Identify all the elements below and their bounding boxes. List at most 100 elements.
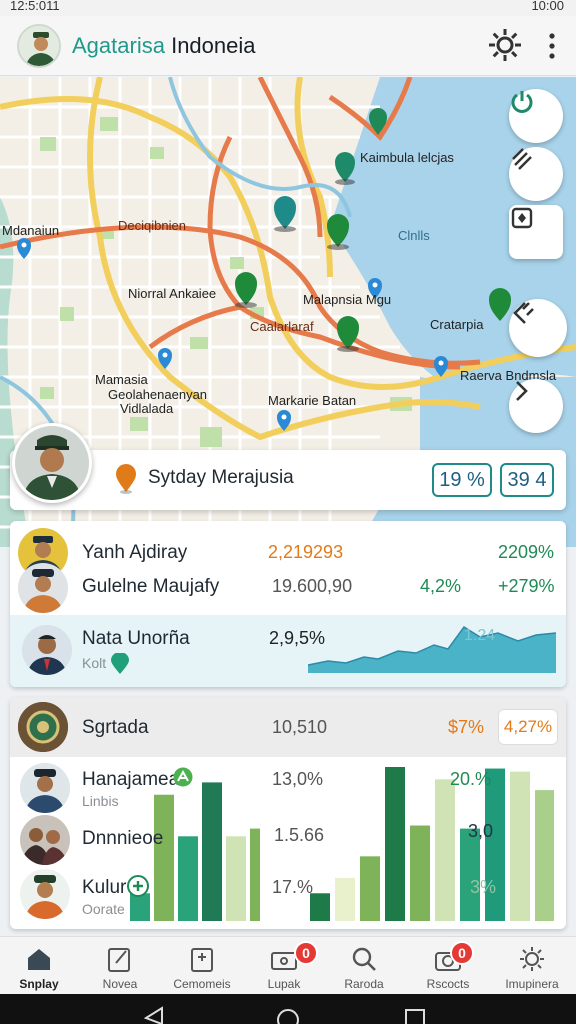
row-subtitle: Kolt: [82, 655, 107, 671]
avatar[interactable]: [18, 563, 68, 613]
row-change: 2209%: [498, 542, 555, 562]
nav-item-search[interactable]: Raroda: [324, 937, 404, 995]
status-time-left: 12:5:011: [10, 0, 60, 13]
map-label: Deciqibnien: [118, 218, 186, 233]
app-bar: Agatarisa Indoneia: [0, 16, 576, 76]
row-value: 17.%: [272, 877, 314, 897]
ranking-card: Yanh Ajdiray 2,219293 2209% Gulelne Mauj…: [10, 521, 566, 687]
nav-label: Lupak: [267, 977, 301, 991]
location-pin-icon: [111, 653, 129, 674]
map-label: Cratarpia: [430, 317, 484, 332]
compass-button[interactable]: [509, 205, 563, 259]
next-button[interactable]: [509, 379, 563, 433]
location-avatar[interactable]: [12, 423, 92, 503]
compass-icon: [511, 207, 533, 229]
nav-item-camera[interactable]: 0 Rscocts: [408, 937, 488, 995]
bar: [435, 779, 455, 921]
row-name: Gulelne Maujafy: [82, 576, 220, 597]
highlight-row[interactable]: Nata Unorña Kolt 2,9,5% 1.24: [10, 615, 566, 687]
app-title-rest: Indoneia: [171, 33, 256, 58]
bar: [335, 877, 355, 921]
officer-portrait-icon: [15, 426, 89, 500]
percent-badge[interactable]: 19 %: [432, 463, 492, 497]
collapse-button[interactable]: [509, 299, 567, 357]
bar: [460, 828, 480, 921]
map-label: Kaimbula lelcjas: [360, 150, 454, 165]
nav-label: Snplay: [19, 977, 59, 991]
bar: [385, 767, 405, 921]
bar: [485, 768, 505, 921]
nav-item-wallet[interactable]: 0 Lupak: [244, 937, 324, 995]
location-title: Sytday Merajusia: [148, 467, 294, 488]
row-right-value: 3%: [470, 877, 497, 897]
clipboard-icon: [191, 948, 213, 972]
map-label: Clnlls: [398, 228, 430, 243]
power-icon: [511, 91, 533, 113]
group-photo-icon: [20, 815, 70, 865]
map-label: Vidlalada: [120, 401, 174, 416]
nav-label: Rscocts: [426, 977, 470, 991]
search-icon: [352, 947, 376, 971]
avatar[interactable]: [22, 625, 72, 675]
bar: [178, 836, 198, 921]
emblem-avatar[interactable]: [18, 702, 68, 752]
person-portrait-icon: [20, 869, 70, 919]
row-name: Hanajamea: [82, 769, 180, 790]
row-name: Dnnnieoe: [82, 828, 164, 849]
bottom-nav: Snplay Novea Cemomeis 0 Lupak Raroda 0 R…: [0, 936, 576, 994]
row-subtitle: Oorate: [82, 901, 125, 917]
notification-badge: 0: [294, 941, 318, 965]
location-pin-icon: [116, 464, 136, 494]
more-vertical-icon: [549, 33, 555, 59]
chart-label: 1.24: [464, 627, 496, 644]
nav-item-clipboard[interactable]: Cemomeis: [162, 937, 242, 995]
stats-badge[interactable]: 4,27%: [498, 709, 558, 745]
home-icon: [28, 949, 50, 970]
avatar[interactable]: [20, 815, 70, 865]
map-label: Niorral Ankaiee: [128, 286, 217, 301]
screen: 12:5:011 10:00 Agatarisa Indoneia Mdanai…: [0, 0, 576, 1024]
row-right-value: 3,0: [468, 821, 494, 841]
row-right-value: 20.%: [450, 769, 492, 789]
edit-icon: [108, 948, 130, 972]
nav-label: Novea: [102, 977, 138, 991]
nav-item-settings[interactable]: Imupinera: [492, 937, 572, 995]
settings-button[interactable]: [486, 26, 524, 64]
person-portrait-icon: [23, 569, 63, 613]
power-button[interactable]: [509, 89, 563, 143]
avatar[interactable]: [20, 869, 70, 919]
bar: [510, 771, 530, 921]
map-label: Mamasia: [95, 372, 148, 387]
count-badge[interactable]: 39 4: [500, 463, 554, 497]
row-value: 13,0%: [272, 769, 324, 789]
back-icon: [143, 1006, 163, 1024]
profile-avatar[interactable]: [17, 24, 61, 68]
recents-icon: [405, 1009, 425, 1024]
stats-title: Sgrtada: [82, 717, 149, 738]
stats-card: Sgrtada 10,510 $7% 4,27% Hanajamea Linbi…: [10, 697, 566, 929]
bar: [202, 782, 222, 921]
row-change: 4,2%: [420, 576, 462, 596]
nav-label: Cemomeis: [173, 977, 231, 991]
home-circle-icon: [277, 1009, 299, 1024]
more-options-button[interactable]: [540, 28, 564, 64]
system-nav-icons: [143, 1006, 425, 1024]
person-portrait-icon: [20, 763, 70, 813]
stats-header: Sgrtada 10,510 $7% 4,27%: [10, 697, 566, 757]
location-card[interactable]: Sytday Merajusia 19 % 39 4: [10, 450, 566, 510]
system-navigation-bar: [0, 994, 576, 1024]
avatar[interactable]: [20, 763, 70, 813]
add-circle-icon[interactable]: [127, 875, 149, 897]
stats-value: 10,510: [272, 717, 328, 737]
bar: [154, 794, 174, 921]
nav-item-edit[interactable]: Novea: [80, 937, 160, 995]
layers-button[interactable]: [509, 147, 563, 201]
layers-icon: [512, 148, 532, 170]
bar: [130, 893, 150, 921]
officer-portrait-icon: [19, 26, 59, 66]
map-label: Markarie Batan: [268, 393, 357, 408]
nav-item-home[interactable]: Snplay: [0, 937, 79, 995]
app-title: Agatarisa Indoneia: [72, 33, 256, 59]
notification-badge: 0: [450, 941, 474, 965]
sun-icon: [520, 947, 544, 971]
